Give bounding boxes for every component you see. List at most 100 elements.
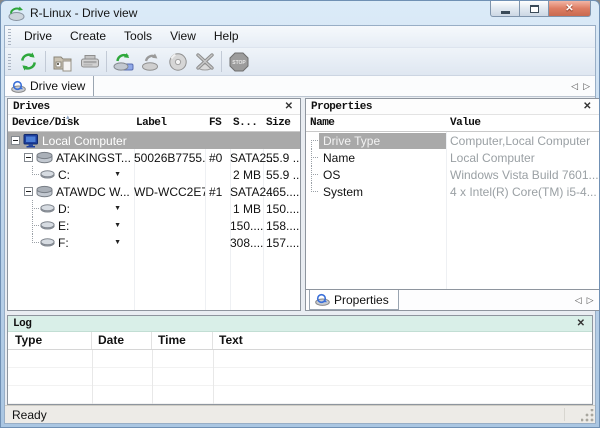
window-minimize-button[interactable] (490, 1, 520, 17)
toolbar-grip[interactable] (8, 53, 11, 70)
menu-tools[interactable]: Tools (115, 26, 161, 47)
menu-view[interactable]: View (161, 26, 205, 47)
window-title: R-Linux - Drive view (30, 6, 138, 20)
partition-dropdown-icon[interactable]: ▼ (114, 239, 121, 246)
menubar-grip[interactable] (8, 28, 11, 45)
collapse-toggle-icon[interactable] (24, 187, 33, 196)
log-column-header[interactable]: Type Date Time Text (8, 332, 592, 350)
toolbar-separator (45, 51, 46, 72)
window-close-button[interactable]: ✕ (549, 1, 591, 17)
disc-icon (168, 52, 187, 71)
window-maximize-button[interactable] (520, 1, 549, 17)
refresh-button[interactable] (15, 49, 42, 74)
tab-scroll-right-icon[interactable]: ▷ (587, 295, 594, 305)
tab-scroll-left-icon[interactable]: ◁ (575, 295, 582, 305)
remote-device-icon (80, 54, 99, 67)
drive-row-disk0[interactable]: ATAKINGST... 50026B7755... #0 SATA2... 5… (8, 149, 300, 166)
status-message: Ready (12, 407, 47, 422)
tree-connector (27, 166, 40, 183)
tab-scroll-right-icon[interactable]: ▷ (583, 81, 590, 91)
partition-dropdown-icon[interactable]: ▼ (114, 205, 121, 212)
column-date[interactable]: Date (92, 332, 152, 349)
column-name[interactable]: Name (306, 117, 446, 129)
properties-panel-title: Properties (311, 100, 373, 113)
hard-disk-icon (36, 151, 53, 164)
column-value[interactable]: Value (446, 117, 599, 129)
properties-tab-icon (315, 293, 330, 306)
properties-column-header[interactable]: Name Value (306, 115, 599, 132)
statusbar-divider (564, 408, 565, 421)
drives-column-header[interactable]: ▲ Device/Disk Label FS S... Size (8, 114, 300, 132)
menu-create[interactable]: Create (61, 26, 115, 47)
scan-icon (113, 52, 133, 71)
computer-icon (23, 133, 39, 148)
open-drive-files-button[interactable] (164, 49, 191, 74)
drive-row-partition-c[interactable]: C: ▼ 2 MB 55.9 ... (8, 166, 300, 183)
column-size[interactable]: Size (263, 117, 300, 129)
column-label[interactable]: Label (134, 117, 205, 129)
tab-scroll-left-icon[interactable]: ◁ (571, 81, 578, 91)
column-time[interactable]: Time (152, 332, 213, 349)
drives-panel-header: Drives ✕ (8, 99, 300, 115)
tab-properties[interactable]: Properties (309, 290, 399, 310)
property-row-name[interactable]: Name Local Computer (306, 149, 599, 166)
drives-panel-close-icon[interactable]: ✕ (283, 101, 295, 112)
column-divider (213, 350, 214, 404)
column-fs[interactable]: FS (205, 117, 230, 129)
properties-tabbar: Properties ◁ ▷ (306, 289, 599, 310)
titlebar[interactable]: R-Linux - Drive view ✕ (1, 1, 599, 25)
drives-panel-title: Drives (13, 100, 50, 113)
stop-icon: STOP (229, 52, 248, 71)
drive-row-disk1[interactable]: ATAWDC W... WD-WCC2E7... #1 SATA2... 465… (8, 183, 300, 200)
main-area: Drives ✕ ▲ Device/Disk Label FS S... Siz… (5, 97, 599, 315)
sort-ascending-icon: ▲ (66, 114, 70, 121)
hard-disk-icon (36, 185, 53, 198)
open-image-icon (53, 56, 71, 71)
column-s[interactable]: S... (230, 117, 263, 129)
tab-scroll-arrows: ◁ ▷ (571, 76, 590, 96)
property-row-drive-type[interactable]: Drive Type Computer,Local Computer (306, 132, 599, 149)
tree-connector (306, 149, 319, 166)
svg-text:STOP: STOP (232, 60, 246, 66)
log-panel-title: Log (13, 317, 32, 330)
statusbar: Ready (5, 405, 595, 423)
toolbar: STOP (5, 48, 595, 76)
tree-connector (27, 217, 40, 234)
tab-properties-label: Properties (334, 292, 389, 307)
drive-row-local-computer[interactable]: Local Computer (8, 132, 300, 149)
remove-device-button[interactable] (191, 49, 218, 74)
stop-button[interactable]: STOP (225, 49, 252, 74)
partition-dropdown-icon[interactable]: ▼ (114, 222, 121, 229)
view-tabbar: Drive view ◁ ▷ (5, 76, 595, 97)
column-type[interactable]: Type (8, 332, 92, 349)
tab-drive-view[interactable]: Drive view (5, 76, 95, 96)
resize-grip[interactable] (581, 409, 594, 422)
property-row-os[interactable]: OS Windows Vista Build 7601... (306, 166, 599, 183)
log-area: Log ✕ Type Date Time Text (5, 315, 595, 405)
drive-row-partition-e[interactable]: E: ▼ 150.... 158.... (8, 217, 300, 234)
tree-connector (306, 166, 319, 183)
column-device-disk[interactable]: Device/Disk (8, 117, 134, 129)
properties-panel-close-icon[interactable]: ✕ (581, 101, 593, 112)
collapse-toggle-icon[interactable] (11, 136, 20, 145)
menu-drive[interactable]: Drive (15, 26, 61, 47)
remove-icon (195, 52, 214, 70)
drive-row-partition-f[interactable]: F: ▼ 308.... 157.... (8, 234, 300, 251)
menu-help[interactable]: Help (205, 26, 248, 47)
column-divider (152, 350, 153, 404)
partition-dropdown-icon[interactable]: ▼ (114, 171, 121, 178)
tree-connector (306, 132, 319, 149)
partition-icon (40, 221, 55, 230)
log-body (8, 350, 592, 404)
scan-drive-button[interactable] (110, 49, 137, 74)
property-row-system[interactable]: System 4 x Intel(R) Core(TM) i5-4... (306, 183, 599, 200)
drive-row-partition-d[interactable]: D: ▼ 1 MB 150.... (8, 200, 300, 217)
connect-remote-button[interactable] (76, 49, 103, 74)
column-text[interactable]: Text (213, 332, 592, 349)
drives-panel: Drives ✕ ▲ Device/Disk Label FS S... Siz… (7, 98, 301, 311)
collapse-toggle-icon[interactable] (24, 153, 33, 162)
open-drive-image-button[interactable] (49, 49, 76, 74)
app-window: R-Linux - Drive view ✕ Drive Create Tool… (0, 0, 600, 428)
create-image-button[interactable] (137, 49, 164, 74)
log-panel-close-icon[interactable]: ✕ (575, 318, 587, 329)
